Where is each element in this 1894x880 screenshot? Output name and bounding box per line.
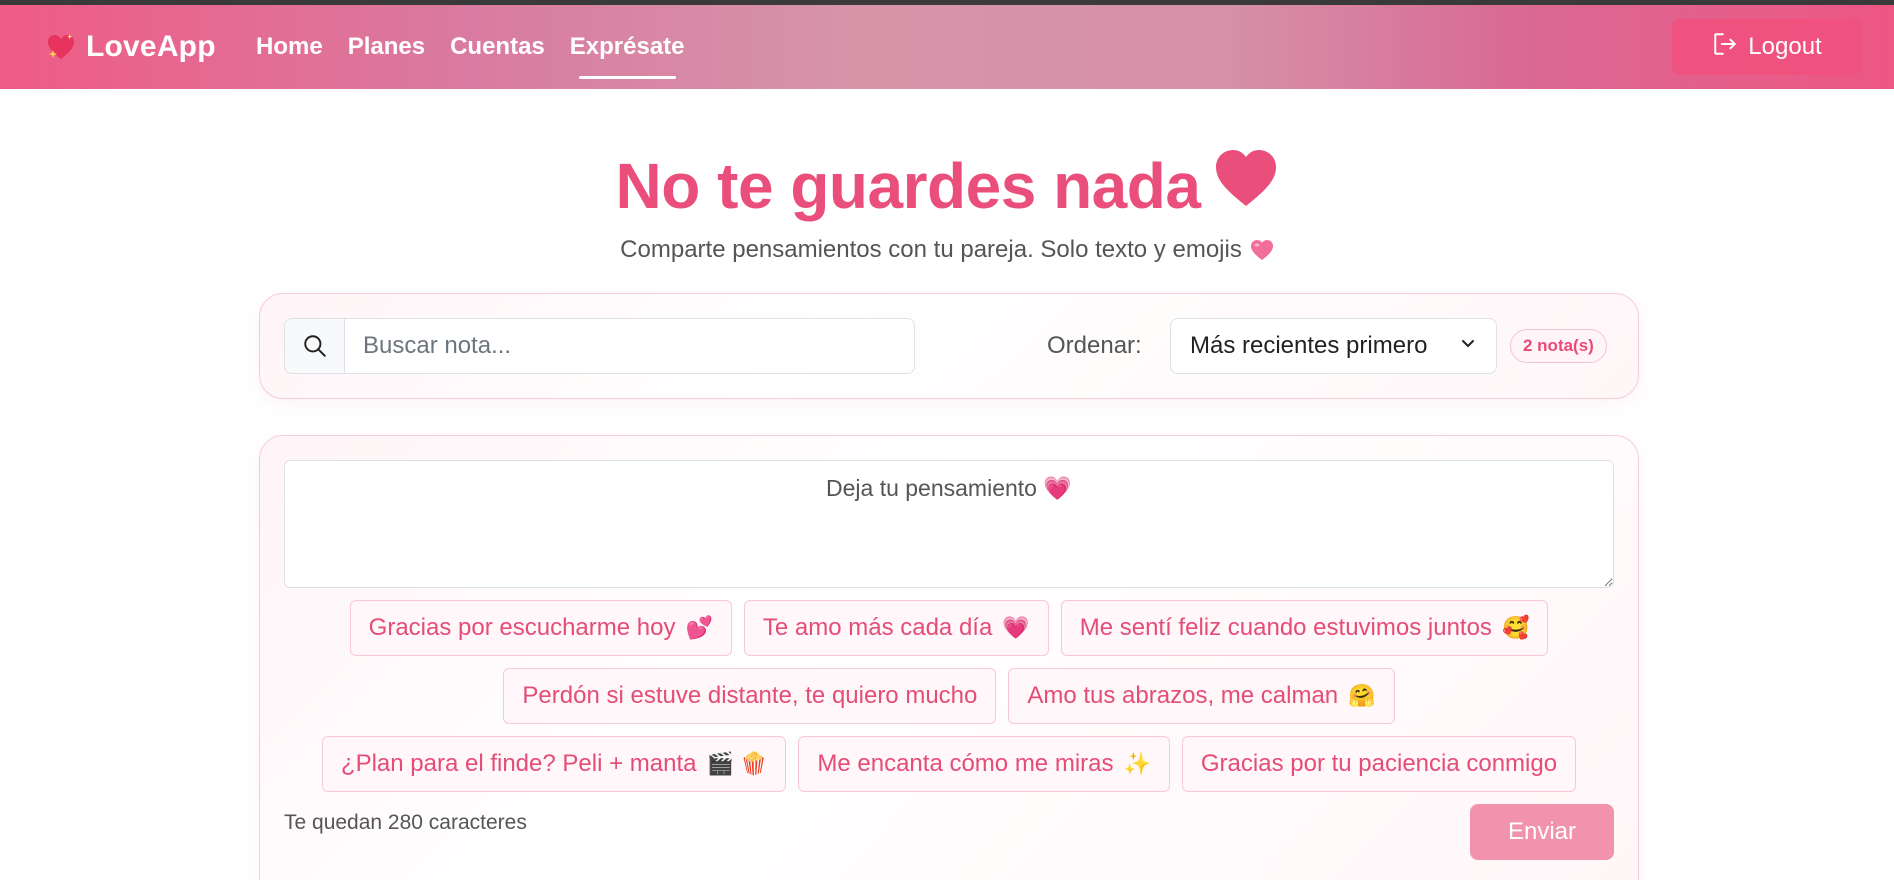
suggestion-chip[interactable]: Gracias por escucharme hoy 💕 bbox=[349, 600, 732, 656]
suggestion-row: Perdón si estuve distante, te quiero muc… bbox=[284, 668, 1614, 724]
page-subtitle-text: Comparte pensamientos con tu pareja. Sol… bbox=[620, 236, 1242, 263]
sort-select[interactable]: Más recientes primero bbox=[1170, 318, 1497, 374]
suggestion-emoji: 💕 bbox=[685, 615, 713, 640]
suggestion-emoji: 🥰 bbox=[1501, 615, 1530, 640]
suggestion-text: Gracias por escucharme hoy bbox=[368, 614, 676, 641]
nav-link-home[interactable]: Home bbox=[256, 27, 323, 67]
search-card: Ordenar: Más recientes primero 2 nota(s) bbox=[259, 293, 1639, 399]
logout-icon bbox=[1712, 31, 1738, 64]
sort-selected-value: Más recientes primero bbox=[1190, 332, 1428, 359]
page-title-text: No te guardes nada bbox=[615, 149, 1201, 222]
suggestion-row: ¿Plan para el finde? Peli + manta 🎬 🍿 Me… bbox=[284, 736, 1614, 792]
suggestion-text: Me sentí feliz cuando estuvimos juntos bbox=[1079, 614, 1492, 641]
heart-icon bbox=[1214, 148, 1278, 223]
suggestion-text: Me encanta cómo me miras bbox=[817, 750, 1114, 777]
suggestion-emoji: 💗 bbox=[1002, 615, 1030, 640]
note-count-badge: 2 nota(s) bbox=[1510, 329, 1607, 363]
nav-links: Home Planes Cuentas Exprésate bbox=[256, 5, 685, 89]
logout-button[interactable]: Logout bbox=[1672, 19, 1862, 75]
suggestion-text: ¿Plan para el finde? Peli + manta bbox=[340, 750, 697, 777]
note-textarea[interactable] bbox=[284, 460, 1614, 588]
sort-label: Ordenar: bbox=[1047, 332, 1142, 359]
suggestion-chip[interactable]: Me encanta cómo me miras ✨ bbox=[798, 736, 1170, 792]
suggestion-chip[interactable]: Gracias por tu paciencia conmigo bbox=[1181, 736, 1577, 792]
suggestion-emoji: 🤗 bbox=[1348, 683, 1376, 708]
page-subtitle: Comparte pensamientos con tu pareja. Sol… bbox=[0, 236, 1894, 264]
search-group bbox=[284, 318, 915, 374]
nav-link-cuentas[interactable]: Cuentas bbox=[450, 27, 545, 67]
suggestion-text: Amo tus abrazos, me calman bbox=[1027, 682, 1339, 709]
compose-card: Gracias por escucharme hoy 💕 Te amo más … bbox=[259, 435, 1639, 880]
chevron-down-icon bbox=[1458, 332, 1478, 360]
suggestion-chip[interactable]: Amo tus abrazos, me calman 🤗 bbox=[1008, 668, 1395, 724]
suggestion-text: Gracias por tu paciencia conmigo bbox=[1200, 750, 1558, 777]
nav-link-planes[interactable]: Planes bbox=[348, 27, 425, 67]
suggestion-emoji: 🎬 🍿 bbox=[706, 751, 768, 776]
suggestion-row: Gracias por escucharme hoy 💕 Te amo más … bbox=[284, 600, 1614, 656]
search-input[interactable] bbox=[345, 318, 915, 374]
page-title: No te guardes nada bbox=[0, 148, 1894, 223]
brand-name: LoveApp bbox=[86, 30, 216, 63]
char-count: Te quedan 280 caracteres bbox=[284, 811, 527, 834]
suggestion-list: Gracias por escucharme hoy 💕 Te amo más … bbox=[284, 600, 1614, 804]
pink-heart-icon bbox=[1250, 239, 1274, 261]
logout-label: Logout bbox=[1748, 33, 1822, 60]
sparkle-heart-icon bbox=[46, 32, 76, 62]
suggestion-chip[interactable]: Me sentí feliz cuando estuvimos juntos 🥰 bbox=[1060, 600, 1549, 656]
suggestion-emoji: ✨ bbox=[1123, 751, 1151, 776]
nav-link-expresate[interactable]: Exprésate bbox=[570, 27, 685, 79]
suggestion-text: Te amo más cada día bbox=[762, 614, 993, 641]
suggestion-chip[interactable]: Te amo más cada día 💗 bbox=[743, 600, 1049, 656]
suggestion-text: Perdón si estuve distante, te quiero muc… bbox=[522, 682, 978, 709]
navbar: LoveApp Home Planes Cuentas Exprésate Lo… bbox=[0, 5, 1894, 89]
send-button[interactable]: Enviar bbox=[1470, 804, 1614, 860]
suggestion-chip[interactable]: ¿Plan para el finde? Peli + manta 🎬 🍿 bbox=[321, 736, 787, 792]
search-icon bbox=[284, 318, 345, 374]
brand[interactable]: LoveApp bbox=[46, 5, 216, 89]
suggestion-chip[interactable]: Perdón si estuve distante, te quiero muc… bbox=[503, 668, 997, 724]
